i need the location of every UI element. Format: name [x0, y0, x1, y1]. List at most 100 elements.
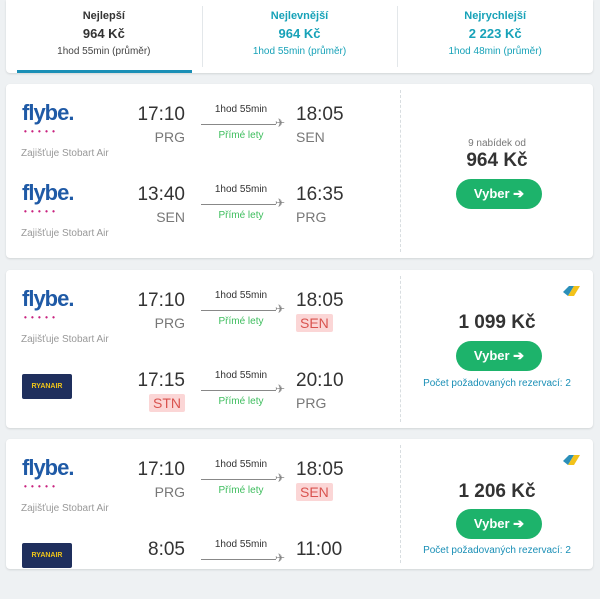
price-panel: 9 nabídek od 964 Kč Vyber ➔	[401, 84, 593, 258]
airplane-icon: ✈	[275, 471, 286, 485]
route-line	[201, 479, 276, 480]
airplane-icon: ✈	[275, 196, 286, 210]
airplane-icon: ✈	[275, 382, 286, 396]
tab-fastest-price: 2 223 Kč	[468, 26, 522, 41]
arrival-airport: SEN	[296, 314, 333, 332]
airline-name: RYANAIR	[31, 552, 63, 559]
tab-best-duration: 1hod 55min (průměr)	[57, 46, 151, 57]
airplane-icon: ✈	[275, 551, 286, 565]
tab-fastest[interactable]: Nejrychlejší 2 223 Kč 1hod 48min (průměr…	[397, 0, 593, 73]
tab-fastest-duration: 1hod 48min (průměr)	[448, 46, 542, 57]
arrival-airport: SEN	[296, 483, 333, 501]
route-line	[201, 124, 276, 125]
airline-name: flybe.	[22, 180, 74, 205]
airport-change-warning: SEN	[296, 314, 333, 332]
flight-duration: 1hod 55min	[214, 370, 268, 381]
flight-leg-outbound: flybe. • • • • • Zajišťuje Stobart Air 17…	[6, 84, 400, 164]
arrival-airport: PRG	[296, 209, 327, 225]
airline-logo: flybe. • • • • •	[22, 180, 74, 216]
airline-logo: RYANAIR	[22, 374, 72, 399]
stops-label: Přímé lety	[218, 210, 264, 221]
airline-logo-dots: • • • • •	[24, 207, 56, 216]
offers-count: 9 nabídek od	[468, 138, 526, 149]
arrival-time: 16:35	[296, 184, 344, 205]
bookings-required-note: Počet požadovaných rezervací: 2	[423, 378, 571, 389]
arrival-time: 11:00	[296, 539, 343, 560]
tab-cheapest[interactable]: Nejlevnější 964 Kč 1hod 55min (průměr)	[201, 0, 398, 73]
stops-label: Přímé lety	[218, 316, 264, 327]
airline-logo: flybe. • • • • •	[22, 100, 74, 136]
result-card[interactable]: flybe. • • • • • Zajišťuje Stobart Air 17…	[6, 270, 593, 428]
bookings-required-note: Počet požadovaných rezervací: 2	[423, 545, 571, 556]
airline-logo: flybe. • • • • •	[22, 455, 74, 491]
tab-cheapest-label: Nejlevnější	[270, 10, 329, 22]
departure-airport: PRG	[154, 484, 185, 500]
flight-leg-outbound: flybe. • • • • • Zajišťuje Stobart Air 17…	[6, 439, 400, 519]
airline-name: flybe.	[22, 100, 74, 125]
price: 1 099 Kč	[458, 312, 536, 333]
operator-text: Zajišťuje Stobart Air	[21, 148, 109, 159]
operator-text: Zajišťuje Stobart Air	[21, 503, 109, 514]
sort-tabs: Nejlepší 964 Kč 1hod 55min (průměr) Nejl…	[6, 0, 593, 73]
flight-leg-outbound: flybe. • • • • • Zajišťuje Stobart Air 17…	[6, 270, 400, 350]
price-panel: 1 206 Kč Vyber ➔ Počet požadovaných reze…	[401, 439, 593, 569]
departure-time: 8:05	[148, 539, 185, 560]
airline-logo: RYANAIR	[22, 543, 72, 568]
arrival-airport: PRG	[296, 395, 327, 411]
airline-name: RYANAIR	[31, 383, 63, 390]
flight-duration: 1hod 55min	[214, 459, 268, 470]
operator-text: Zajišťuje Stobart Air	[21, 334, 109, 345]
route-line	[201, 390, 276, 391]
select-button[interactable]: Vyber ➔	[456, 509, 542, 539]
flight-duration: 1hod 55min	[214, 539, 268, 550]
departure-time: 17:10	[137, 459, 185, 480]
self-transfer-tag-icon	[563, 286, 580, 296]
arrival-airport: SEN	[296, 129, 325, 145]
departure-airport: SEN	[156, 209, 185, 225]
flight-leg-return: RYANAIR 17:15 STN 1hod 55min ✈ Přímé let…	[6, 350, 400, 430]
select-button[interactable]: Vyber ➔	[456, 341, 542, 371]
arrival-time: 18:05	[296, 104, 344, 125]
tab-fastest-label: Nejrychlejší	[464, 10, 527, 22]
airline-name: flybe.	[22, 455, 74, 480]
airport-change-warning: SEN	[296, 483, 333, 501]
tab-best[interactable]: Nejlepší 964 Kč 1hod 55min (průměr)	[6, 0, 202, 73]
airplane-icon: ✈	[275, 302, 286, 316]
route-line	[201, 559, 276, 560]
flight-duration: 1hod 55min	[214, 104, 268, 115]
airline-logo-dots: • • • • •	[24, 313, 56, 322]
active-tab-indicator	[17, 70, 192, 73]
result-card[interactable]: flybe. • • • • • Zajišťuje Stobart Air 17…	[6, 439, 593, 569]
arrival-time: 20:10	[296, 370, 344, 391]
tab-cheapest-price: 964 Kč	[278, 26, 321, 41]
price: 1 206 Kč	[458, 481, 536, 502]
result-card[interactable]: flybe. • • • • • Zajišťuje Stobart Air 17…	[6, 84, 593, 258]
airplane-icon: ✈	[275, 116, 286, 130]
stops-label: Přímé lety	[218, 396, 264, 407]
departure-airport: PRG	[154, 129, 185, 145]
departure-time: 17:10	[137, 104, 185, 125]
airline-name: flybe.	[22, 286, 74, 311]
airline-logo-dots: • • • • •	[24, 482, 56, 491]
price: 964 Kč	[466, 150, 528, 171]
price-panel: 1 099 Kč Vyber ➔ Počet požadovaných reze…	[401, 270, 593, 428]
route-line	[201, 204, 276, 205]
airport-change-warning: STN	[149, 394, 185, 412]
departure-time: 17:10	[137, 290, 185, 311]
tab-best-label: Nejlepší	[82, 10, 125, 22]
departure-time: 17:15	[137, 370, 185, 391]
departure-airport: PRG	[154, 315, 185, 331]
departure-airport: STN	[149, 394, 185, 412]
airline-logo: flybe. • • • • •	[22, 286, 74, 322]
airline-logo-dots: • • • • •	[24, 127, 56, 136]
stops-label: Přímé lety	[218, 485, 264, 496]
flight-duration: 1hod 55min	[214, 290, 268, 301]
operator-text: Zajišťuje Stobart Air	[21, 228, 109, 239]
flight-duration: 1hod 55min	[214, 184, 268, 195]
self-transfer-tag-icon	[563, 455, 580, 465]
select-button[interactable]: Vyber ➔	[456, 179, 542, 209]
tab-cheapest-duration: 1hod 55min (průměr)	[252, 46, 347, 57]
route-line	[201, 310, 276, 311]
flight-leg-return: flybe. • • • • • Zajišťuje Stobart Air 13…	[6, 164, 400, 244]
stops-label: Přímé lety	[218, 130, 264, 141]
